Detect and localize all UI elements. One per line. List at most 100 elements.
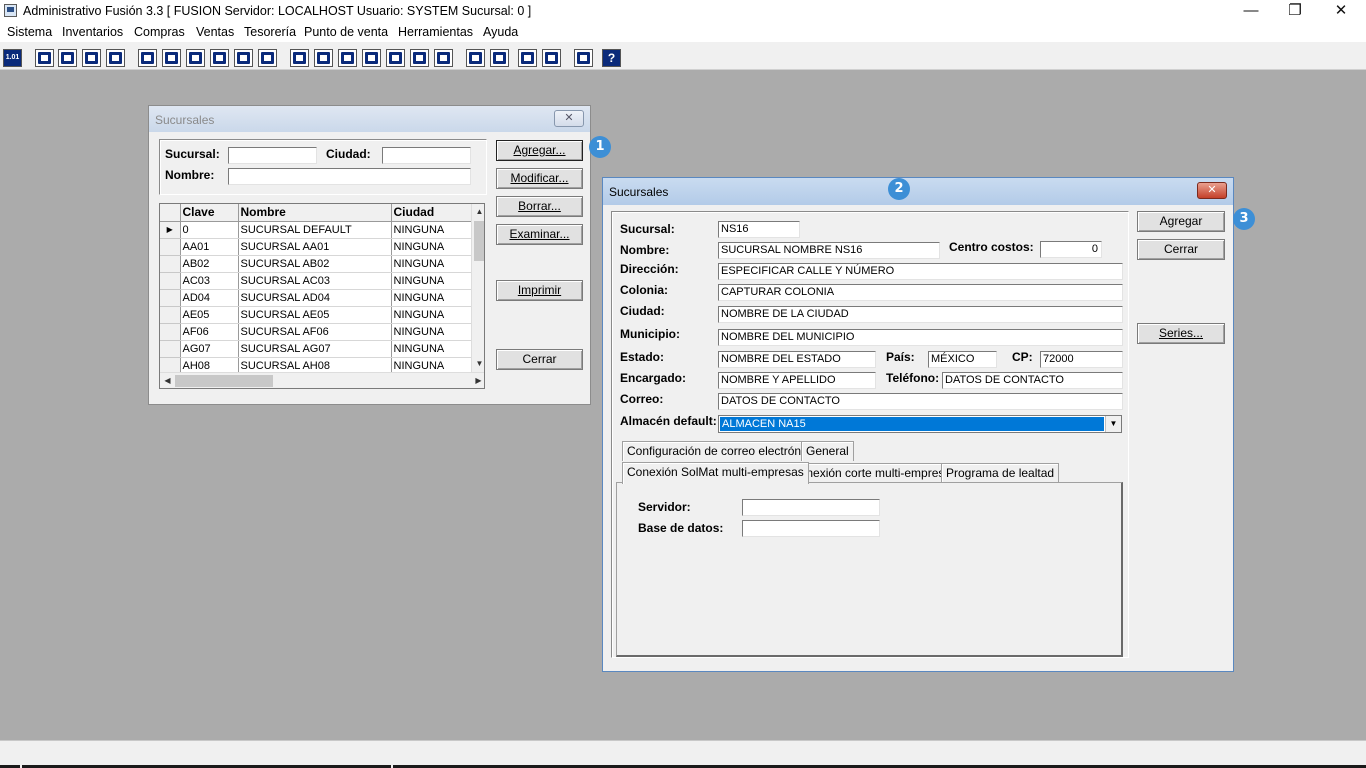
cell-ciudad[interactable]: NINGUNA	[391, 323, 472, 341]
table-row[interactable]: AB02 SUCURSAL AB02 NINGUNA	[160, 255, 472, 273]
table-row[interactable]: AD04 SUCURSAL AD04 NINGUNA	[160, 289, 472, 307]
grid-col-clave[interactable]: Clave	[180, 204, 239, 222]
menu-inventarios[interactable]: Inventarios	[62, 25, 123, 39]
add-icon[interactable]	[362, 49, 381, 67]
tab-conexion-corte[interactable]: Conexión corte multi-empresas	[786, 463, 963, 483]
correo-field[interactable]: DATOS DE CONTACTO	[718, 393, 1123, 410]
municipio-field[interactable]: NOMBRE DEL MUNICIPIO	[718, 329, 1123, 346]
report-icon[interactable]	[234, 49, 253, 67]
cell-ciudad[interactable]: NINGUNA	[391, 221, 472, 239]
cell-ciudad[interactable]: NINGUNA	[391, 306, 472, 324]
telefono-field[interactable]: DATOS DE CONTACTO	[942, 372, 1123, 389]
branch-grid[interactable]: Clave Nombre Ciudad ▶ 0 SUCURSAL DEFAULT NI…	[159, 203, 485, 389]
cell-ciudad[interactable]: NINGUNA	[391, 272, 472, 290]
calculator-icon[interactable]: 1.01	[3, 49, 22, 67]
cell-clave[interactable]: AF06	[180, 323, 239, 341]
scroll-right-icon[interactable]: ▶	[471, 376, 484, 385]
undo-icon[interactable]	[542, 49, 561, 67]
cell-ciudad[interactable]: NINGUNA	[391, 238, 472, 256]
cell-ciudad[interactable]: NINGUNA	[391, 340, 472, 358]
table-icon[interactable]	[434, 49, 453, 67]
printer-icon[interactable]	[210, 49, 229, 67]
sucursal-field[interactable]: NS16	[718, 221, 800, 238]
pais-field[interactable]: MÉXICO	[928, 351, 997, 368]
grid-vertical-scrollbar[interactable]: ▲ ▼	[471, 204, 484, 372]
table-row[interactable]: AF06 SUCURSAL AF06 NINGUNA	[160, 323, 472, 341]
modify-branch-button[interactable]: Modificar...	[496, 168, 583, 189]
filter-nombre-input[interactable]	[228, 168, 471, 185]
cell-nombre[interactable]: SUCURSAL AG07	[238, 340, 392, 358]
tab-general[interactable]: General	[801, 441, 854, 461]
estado-field[interactable]: NOMBRE DEL ESTADO	[718, 351, 876, 368]
table-row[interactable]: AG07 SUCURSAL AG07 NINGUNA	[160, 340, 472, 358]
cell-nombre[interactable]: SUCURSAL AC03	[238, 272, 392, 290]
export-icon[interactable]	[338, 49, 357, 67]
people-icon[interactable]	[290, 49, 309, 67]
scroll-down-icon[interactable]: ▼	[472, 359, 484, 368]
table-row[interactable]: AC03 SUCURSAL AC03 NINGUNA	[160, 272, 472, 290]
menu-herramientas[interactable]: Herramientas	[398, 25, 473, 39]
cell-ciudad[interactable]: NINGUNA	[391, 255, 472, 273]
examine-branch-button[interactable]: Examinar...	[496, 224, 583, 245]
menu-compras[interactable]: Compras	[134, 25, 185, 39]
list-icon[interactable]	[258, 49, 277, 67]
table-row[interactable]: AE05 SUCURSAL AE05 NINGUNA	[160, 306, 472, 324]
cell-clave[interactable]: AD04	[180, 289, 239, 307]
refresh-icon[interactable]	[518, 49, 537, 67]
cell-nombre[interactable]: SUCURSAL AB02	[238, 255, 392, 273]
table-row[interactable]: ▶ 0 SUCURSAL DEFAULT NINGUNA	[160, 221, 472, 239]
cell-clave[interactable]: AA01	[180, 238, 239, 256]
menu-tesoreria[interactable]: Tesorería	[244, 25, 296, 39]
scroll-left-icon[interactable]: ◀	[160, 376, 175, 385]
help-icon[interactable]: ?	[602, 49, 621, 67]
tab-conexion-solmat[interactable]: Conexión SolMat multi-empresas	[622, 462, 809, 484]
scroll-thumb[interactable]	[474, 221, 484, 261]
cell-clave[interactable]: AE05	[180, 306, 239, 324]
dollar-icon[interactable]	[386, 49, 405, 67]
back-icon[interactable]	[574, 49, 593, 67]
cell-clave[interactable]: AB02	[180, 255, 239, 273]
menu-sistema[interactable]: Sistema	[7, 25, 52, 39]
home-icon[interactable]	[466, 49, 485, 67]
restore-button[interactable]: ❐	[1272, 0, 1318, 22]
base-datos-field[interactable]	[742, 520, 880, 537]
grid-col-ciudad[interactable]: Ciudad	[391, 204, 472, 222]
cp-field[interactable]: 72000	[1040, 351, 1123, 368]
table-row[interactable]: AA01 SUCURSAL AA01 NINGUNA	[160, 238, 472, 256]
cell-clave[interactable]: AG07	[180, 340, 239, 358]
menu-ayuda[interactable]: Ayuda	[483, 25, 518, 39]
close-button[interactable]: ✕	[1318, 0, 1364, 22]
ciudad-field[interactable]: NOMBRE DE LA CIUDAD	[718, 306, 1123, 323]
filter-sucursal-input[interactable]	[228, 147, 317, 164]
cancel-button[interactable]: Cerrar	[1137, 239, 1225, 260]
delete-branch-button[interactable]: Borrar...	[496, 196, 583, 217]
chevron-down-icon[interactable]: ▼	[1105, 416, 1121, 432]
hscroll-thumb[interactable]	[175, 375, 273, 387]
menu-punto-de-venta[interactable]: Punto de venta	[304, 25, 388, 39]
direccion-field[interactable]: ESPECIFICAR CALLE Y NÚMERO	[718, 263, 1123, 280]
copy-icon[interactable]	[35, 49, 54, 67]
window-icon[interactable]	[314, 49, 333, 67]
scroll-up-icon[interactable]: ▲	[472, 207, 484, 216]
cell-nombre[interactable]: SUCURSAL AF06	[238, 323, 392, 341]
encargado-field[interactable]: NOMBRE Y APELLIDO	[718, 372, 876, 389]
branch-list-close-icon[interactable]: ✕	[554, 110, 584, 127]
tab-programa-lealtad[interactable]: Programa de lealtad	[941, 463, 1060, 483]
minimize-button[interactable]: —	[1228, 0, 1274, 22]
tab-configuracion-correo[interactable]: Configuración de correo electrónico	[622, 441, 822, 461]
nombre-field[interactable]: SUCURSAL NOMBRE NS16	[718, 242, 940, 259]
search-doc-icon[interactable]	[106, 49, 125, 67]
page-icon[interactable]	[410, 49, 429, 67]
branch-edit-close-icon[interactable]: ✕	[1197, 182, 1227, 199]
cell-nombre[interactable]: SUCURSAL DEFAULT	[238, 221, 392, 239]
cell-clave[interactable]: AC03	[180, 272, 239, 290]
grid-horizontal-scrollbar[interactable]: ◀ ▶	[160, 372, 484, 388]
menu-ventas[interactable]: Ventas	[196, 25, 234, 39]
document-icon[interactable]	[58, 49, 77, 67]
find-icon[interactable]	[490, 49, 509, 67]
cell-clave[interactable]: 0	[180, 221, 239, 239]
cell-nombre[interactable]: SUCURSAL AE05	[238, 306, 392, 324]
colonia-field[interactable]: CAPTURAR COLONIA	[718, 284, 1123, 301]
servidor-field[interactable]	[742, 499, 880, 516]
centro-costos-field[interactable]: 0	[1040, 241, 1102, 258]
